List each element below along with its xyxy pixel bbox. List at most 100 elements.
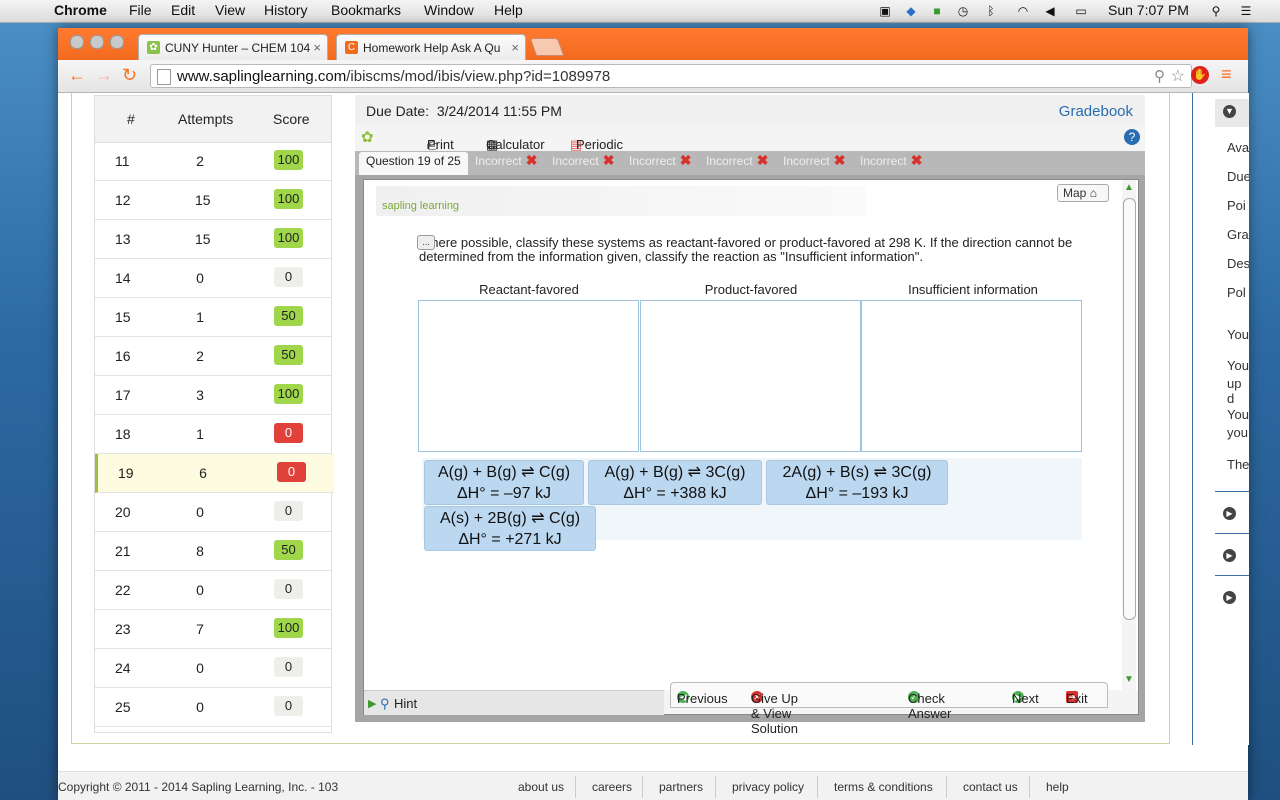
footer-link-help[interactable]: help — [1046, 780, 1069, 794]
row-score-badge: 100 — [274, 384, 303, 404]
collapse-icon[interactable]: ▼ — [1223, 105, 1236, 118]
due-date: Due Date: 3/24/2014 11:55 PM — [366, 103, 562, 119]
table-row[interactable]: 17 3 100 — [95, 376, 331, 415]
question-scrollbar[interactable]: ▲ ▼ — [1122, 180, 1136, 690]
battery-icon[interactable]: ▭ — [1071, 3, 1091, 19]
address-bar[interactable]: www.saplinglearning.com/ibiscms/mod/ibis… — [150, 64, 1192, 88]
table-row[interactable]: 23 7 100 — [95, 610, 331, 649]
table-row[interactable]: 21 8 50 — [95, 532, 331, 571]
tab-incorrect-4[interactable]: Incorrect ✖ — [706, 153, 769, 175]
tab-label: Incorrect — [552, 154, 599, 168]
tab-cuny-hunter[interactable]: ✿ CUNY Hunter – CHEM 104 × — [138, 34, 328, 60]
tab-homework-help[interactable]: C Homework Help Ask A Qu × — [336, 34, 526, 60]
zoom-icon[interactable]: ⚲ — [1154, 67, 1165, 85]
volume-icon[interactable]: ◀ — [1042, 3, 1058, 19]
table-row[interactable]: 25 0 0 — [95, 688, 331, 727]
scroll-down-icon[interactable]: ▼ — [1124, 674, 1134, 685]
time-machine-icon[interactable]: ◷ — [955, 3, 971, 19]
footer-link-about[interactable]: about us — [518, 780, 564, 794]
reaction-chip[interactable]: 2A(g) + B(s) ⇌ 3C(g) ΔH° = –193 kJ — [766, 460, 948, 505]
gradebook-link[interactable]: Gradebook — [1059, 103, 1133, 120]
scroll-up-icon[interactable]: ▲ — [1124, 182, 1134, 193]
tab-incorrect-1[interactable]: Incorrect ✖ — [475, 152, 538, 175]
table-row[interactable]: 12 15 100 — [95, 181, 331, 220]
scroll-thumb[interactable] — [1123, 198, 1136, 620]
adblock-icon[interactable]: ✋ — [1191, 66, 1209, 84]
footer-link-contact[interactable]: contact us — [963, 780, 1018, 794]
menubar-clock[interactable]: Sun 7:07 PM — [1108, 2, 1189, 18]
close-window-button[interactable] — [70, 35, 84, 49]
menubar-app-name[interactable]: Chrome — [54, 2, 107, 18]
expand-section-icon[interactable]: ▶ — [1223, 507, 1236, 520]
menu-window[interactable]: Window — [424, 2, 474, 18]
chip-enthalpy: ΔH° = –193 kJ — [805, 485, 909, 502]
header-attempts: Attempts — [178, 111, 234, 127]
new-tab-button[interactable] — [529, 38, 565, 56]
reactant-favored-dropzone[interactable] — [418, 300, 639, 452]
row-attempts: 0 — [196, 504, 204, 520]
table-row[interactable]: 18 1 0 — [95, 415, 331, 454]
bookmark-star-icon[interactable]: ☆ — [1171, 66, 1185, 86]
close-tab-icon[interactable]: × — [313, 40, 321, 55]
bluetooth-icon[interactable]: ᛒ — [983, 3, 999, 19]
assignment-score-table: # Attempts Score 11 2 100 12 15 100 13 15 100 14 0… — [94, 95, 334, 733]
wifi-icon[interactable]: ◠ — [1012, 3, 1034, 19]
tab-incorrect-5[interactable]: Incorrect ✖ — [783, 153, 846, 175]
evernote-icon[interactable]: ■ — [929, 3, 945, 19]
tab-incorrect-2[interactable]: Incorrect ✖ — [552, 153, 615, 175]
table-row[interactable]: 15 1 50 — [95, 298, 331, 337]
dropbox-icon[interactable]: ◆ — [903, 3, 919, 19]
close-tab-icon[interactable]: × — [511, 40, 519, 55]
incorrect-x-icon: ✖ — [525, 152, 538, 168]
map-button[interactable]: Map ⌂ — [1057, 184, 1109, 202]
reload-icon[interactable]: ↻ — [122, 65, 137, 86]
menu-history[interactable]: History — [264, 2, 308, 18]
spotlight-search-icon[interactable]: ⚲ — [1208, 3, 1224, 19]
table-row[interactable]: 19 6 0 — [95, 454, 334, 493]
reaction-chip[interactable]: A(g) + B(g) ⇌ C(g) ΔH° = –97 kJ — [424, 460, 584, 505]
product-favored-dropzone[interactable] — [640, 300, 861, 452]
table-row[interactable]: 13 15 100 — [95, 220, 331, 259]
insufficient-information-dropzone[interactable] — [861, 300, 1082, 452]
row-number: 25 — [115, 699, 131, 715]
table-row[interactable]: 20 0 0 — [95, 493, 331, 532]
row-number: 17 — [115, 387, 131, 403]
menu-help[interactable]: Help — [494, 2, 523, 18]
menu-bookmarks[interactable]: Bookmarks — [331, 2, 401, 18]
reaction-chip[interactable]: A(s) + 2B(g) ⇌ C(g) ΔH° = +271 kJ — [424, 506, 596, 551]
menu-edit[interactable]: Edit — [171, 2, 195, 18]
table-row[interactable]: 16 2 50 — [95, 337, 331, 376]
zoom-window-button[interactable] — [110, 35, 124, 49]
table-row[interactable]: 11 2 100 — [95, 142, 331, 181]
help-icon[interactable]: ? — [1124, 129, 1140, 145]
expand-section-icon[interactable]: ▶ — [1223, 549, 1236, 562]
expand-section-icon[interactable]: ▶ — [1223, 591, 1236, 604]
back-arrow-icon[interactable]: ← — [68, 65, 86, 86]
forward-arrow-icon[interactable]: → — [95, 65, 113, 86]
chrome-menu-icon[interactable]: ≡ — [1221, 64, 1232, 85]
table-row[interactable]: 14 0 0 — [95, 259, 331, 298]
exit-label: Exit — [1066, 691, 1088, 706]
minimize-window-button[interactable] — [90, 35, 104, 49]
menu-file[interactable]: File — [129, 2, 152, 18]
footer-link-partners[interactable]: partners — [659, 780, 703, 794]
table-row[interactable]: 22 0 0 — [95, 571, 331, 610]
status-icon[interactable]: ▣ — [877, 3, 893, 19]
notification-center-icon[interactable]: ☰ — [1238, 3, 1254, 19]
row-score-badge: 0 — [274, 579, 303, 599]
tab-incorrect-6[interactable]: Incorrect ✖ — [860, 153, 923, 175]
question-frame: sapling learning Map ⌂ Where possible, c… — [363, 179, 1139, 736]
menu-view[interactable]: View — [215, 2, 245, 18]
info-text: You — [1227, 327, 1249, 342]
reaction-chip[interactable]: A(g) + B(g) ⇌ 3C(g) ΔH° = +388 kJ — [588, 460, 762, 505]
row-attempts: 0 — [196, 699, 204, 715]
footer-link-privacy[interactable]: privacy policy — [732, 780, 804, 794]
tab-incorrect-3[interactable]: Incorrect ✖ — [629, 153, 692, 175]
tab-question-19[interactable]: Question 19 of 25 — [359, 152, 468, 175]
hint-bar[interactable]: ▶ ⚲ Hint — [364, 690, 664, 715]
footer-link-terms[interactable]: terms & conditions — [834, 780, 933, 794]
divider — [1215, 533, 1249, 534]
footer-link-careers[interactable]: careers — [592, 780, 632, 794]
table-row[interactable]: 24 0 0 — [95, 649, 331, 688]
comment-icon[interactable]: … — [417, 235, 435, 250]
